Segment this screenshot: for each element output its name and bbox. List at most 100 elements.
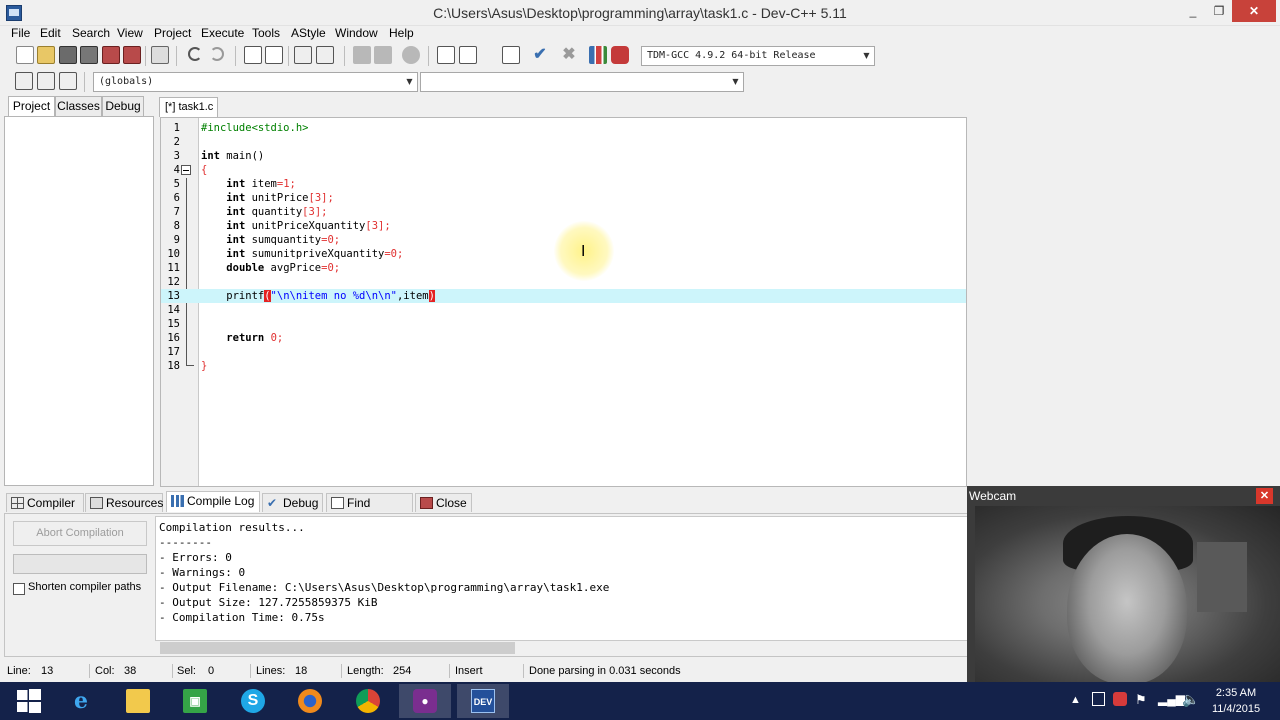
add-to-project-icon[interactable] bbox=[353, 46, 371, 64]
scrollbar-thumb[interactable] bbox=[160, 642, 515, 654]
system-clock[interactable]: 2:35 AM 11/4/2015 bbox=[1208, 685, 1264, 717]
stop-execution-icon[interactable]: ✖ bbox=[560, 46, 578, 64]
log-line: - Warnings: 0 bbox=[159, 566, 246, 579]
tab-find-results[interactable]: Find Results bbox=[326, 493, 413, 528]
status-lines-value: 18 bbox=[295, 665, 308, 677]
code-line: 15 bbox=[167, 318, 180, 330]
remove-from-project-icon[interactable] bbox=[374, 46, 392, 64]
tray-show-hidden-icon[interactable]: ▲ bbox=[1070, 694, 1081, 720]
taskbar-skype[interactable]: S bbox=[227, 684, 279, 718]
fold-toggle-icon[interactable] bbox=[181, 165, 191, 175]
taskbar-firefox[interactable] bbox=[284, 684, 336, 718]
file-tab-task1[interactable]: [*] task1.c bbox=[159, 97, 218, 117]
open-file-icon[interactable] bbox=[37, 46, 55, 64]
profile-chart-icon[interactable] bbox=[589, 46, 607, 64]
status-separator bbox=[172, 664, 173, 678]
action-center-flag-icon[interactable]: ⚑ bbox=[1135, 692, 1147, 720]
close-panel-icon bbox=[420, 497, 433, 509]
menu-tools[interactable]: Tools bbox=[252, 26, 280, 40]
menu-astyle[interactable]: AStyle bbox=[291, 26, 326, 40]
close-button[interactable]: ✕ bbox=[1232, 0, 1276, 22]
webcam-window[interactable]: Webcam ✕ bbox=[967, 486, 1280, 682]
goto-icon[interactable] bbox=[59, 72, 77, 90]
network-signal-icon[interactable]: ▂▄▆ bbox=[1158, 692, 1185, 720]
code-line: 17 bbox=[167, 346, 180, 358]
status-line-value: 13 bbox=[41, 665, 54, 677]
save-all-icon[interactable] bbox=[80, 46, 98, 64]
taskbar-video-app[interactable]: ● bbox=[399, 684, 451, 718]
battery-icon[interactable] bbox=[1092, 692, 1105, 706]
shorten-paths-checkbox[interactable] bbox=[13, 583, 25, 595]
run-icon[interactable] bbox=[459, 46, 477, 64]
menu-search[interactable]: Search bbox=[72, 26, 110, 40]
taskbar-ie[interactable]: e bbox=[55, 684, 107, 718]
tab-resources-label: Resources bbox=[106, 496, 164, 510]
new-file-icon[interactable] bbox=[16, 46, 34, 64]
tab-debug-bottom[interactable]: ✔ Debug bbox=[262, 493, 323, 512]
grid-icon bbox=[11, 497, 24, 509]
log-line: - Output Filename: C:\Users\Asus\Desktop… bbox=[159, 581, 610, 594]
rebuild-checkmark-icon[interactable]: ✔ bbox=[531, 46, 549, 64]
compile-icon[interactable] bbox=[437, 46, 455, 64]
code-editor[interactable]: 1 #include<stdio.h> 2 3 int main() 4{ 5 in… bbox=[160, 117, 967, 487]
chevron-down-icon: ▼ bbox=[406, 77, 413, 86]
toggle-icon[interactable] bbox=[37, 72, 55, 90]
project-options-icon[interactable] bbox=[402, 46, 420, 64]
webcam-close-button[interactable]: ✕ bbox=[1256, 488, 1273, 504]
tab-compiler[interactable]: Compiler bbox=[6, 493, 84, 512]
code-line: 14 bbox=[167, 304, 180, 316]
maximize-button[interactable]: ❐ bbox=[1206, 0, 1232, 22]
start-button[interactable] bbox=[2, 684, 54, 718]
replace-icon[interactable] bbox=[265, 46, 283, 64]
compile-run-icon[interactable] bbox=[502, 46, 520, 64]
compile-log-output[interactable]: Compilation results... -------- - Errors: … bbox=[155, 516, 968, 641]
menu-project[interactable]: Project bbox=[154, 26, 191, 40]
menu-execute[interactable]: Execute bbox=[201, 26, 244, 40]
tab-debug[interactable]: Debug bbox=[102, 96, 144, 116]
person-face bbox=[1067, 534, 1187, 682]
debug-icon[interactable] bbox=[611, 46, 629, 64]
menu-view[interactable]: View bbox=[117, 26, 143, 40]
chevron-down-icon: ▼ bbox=[732, 77, 739, 86]
close-file-icon[interactable] bbox=[102, 46, 120, 64]
tab-close[interactable]: Close bbox=[415, 493, 472, 512]
code-line: 10 int sumunitpriveXquantity=0; bbox=[167, 248, 404, 260]
minimize-button[interactable]: _ bbox=[1180, 0, 1206, 22]
status-mode: Insert bbox=[455, 665, 483, 677]
abort-compilation-button[interactable]: Abort Compilation bbox=[13, 521, 147, 546]
antivirus-icon[interactable] bbox=[1113, 692, 1127, 706]
volume-icon[interactable]: 🔈 bbox=[1182, 691, 1199, 720]
menu-file[interactable]: File bbox=[11, 26, 30, 40]
scope-select[interactable]: (globals) ▼ bbox=[93, 72, 418, 92]
taskbar-store[interactable]: ▣ bbox=[169, 684, 221, 718]
menu-window[interactable]: Window bbox=[335, 26, 378, 40]
save-icon[interactable] bbox=[59, 46, 77, 64]
tab-resources[interactable]: Resources bbox=[85, 493, 163, 512]
menu-edit[interactable]: Edit bbox=[40, 26, 61, 40]
menu-help[interactable]: Help bbox=[389, 26, 414, 40]
insert-icon[interactable] bbox=[15, 72, 33, 90]
tab-project[interactable]: Project bbox=[8, 96, 55, 117]
tab-compile-log[interactable]: Compile Log bbox=[166, 491, 260, 512]
taskbar-file-explorer[interactable] bbox=[112, 684, 164, 718]
taskbar-chrome[interactable] bbox=[342, 684, 394, 718]
redo-icon[interactable] bbox=[210, 47, 224, 61]
taskbar-dev-cpp[interactable]: DEV bbox=[457, 684, 509, 718]
code-line: 3 int main() bbox=[173, 150, 265, 162]
log-line: - Compilation Time: 0.75s bbox=[159, 611, 325, 624]
symbol-select[interactable]: ▼ bbox=[420, 72, 744, 92]
project-tree[interactable] bbox=[4, 116, 154, 486]
compiler-select[interactable]: TDM-GCC 4.9.2 64-bit Release ▼ bbox=[641, 46, 875, 66]
status-line-label: Line: bbox=[7, 665, 31, 677]
goto-line-icon[interactable] bbox=[294, 46, 312, 64]
find-icon[interactable] bbox=[244, 46, 262, 64]
toggle-bookmark-icon[interactable] bbox=[316, 46, 334, 64]
tab-classes[interactable]: Classes bbox=[55, 96, 102, 116]
status-sel-value: 0 bbox=[208, 665, 215, 677]
close-all-icon[interactable] bbox=[123, 46, 141, 64]
status-bar: Line: 13 Col: 38 Sel: 0 Lines: 18 Length… bbox=[0, 662, 970, 680]
undo-icon[interactable] bbox=[188, 47, 202, 61]
print-icon[interactable] bbox=[151, 46, 169, 64]
compile-log-panel: Abort Compilation Shorten compiler paths… bbox=[4, 513, 970, 657]
log-horizontal-scrollbar[interactable] bbox=[155, 641, 968, 655]
